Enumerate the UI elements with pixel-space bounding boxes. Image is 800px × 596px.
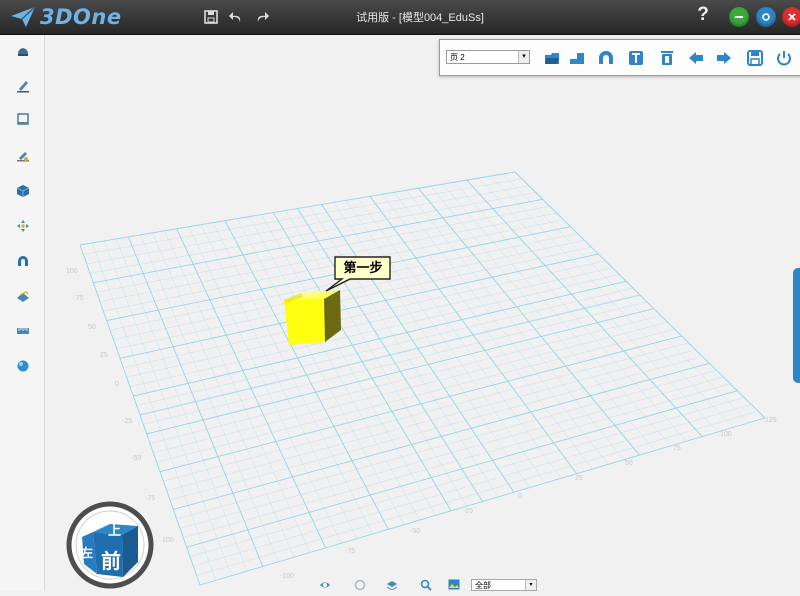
text-icon[interactable] (625, 47, 647, 69)
grid-line (199, 417, 766, 586)
special-function-icon[interactable] (12, 145, 34, 167)
y-tick-label: 50 (88, 324, 96, 331)
grid-line (153, 322, 668, 453)
y-tick-label: 0 (115, 381, 119, 388)
x-tick-label: 25 (575, 475, 583, 482)
callout-text: 第一步 (343, 260, 383, 275)
y-tick-label: 25 (100, 352, 108, 359)
eye-icon[interactable] (318, 578, 332, 591)
undo-icon[interactable] (225, 6, 247, 28)
x-tick-label: 0 (518, 493, 522, 500)
y-tick-label: 75 (76, 295, 84, 302)
close-button[interactable] (782, 7, 800, 27)
y-tick-label: 100 (66, 268, 78, 275)
layer-icon[interactable] (385, 578, 399, 591)
logo-arrow-icon (11, 6, 36, 27)
y-tick-label: -25 (122, 418, 132, 425)
maximize-icon (762, 13, 770, 21)
app-logo: 3DOne (10, 5, 122, 29)
grid-line (514, 171, 766, 419)
chevron-down-icon: ▾ (518, 51, 529, 63)
measure-icon[interactable] (12, 320, 34, 342)
x-tick-label: 100 (720, 431, 732, 438)
bottom-toolbar: 全部 ▾ (318, 578, 548, 591)
grid-line (159, 335, 682, 473)
title-bar: 3DOne 试用版 - [模型004_EduSs] ? (0, 0, 800, 35)
save-icon[interactable] (200, 6, 222, 28)
x-tick-label: 75 (673, 445, 681, 452)
sketch-edit-icon[interactable] (12, 108, 34, 130)
filter-select[interactable]: 全部 ▾ (471, 579, 537, 591)
grid-line (466, 179, 703, 437)
x-tick-label: 125 (765, 417, 777, 424)
combine-icon[interactable] (12, 250, 34, 272)
chevron-down-icon: ▾ (525, 580, 536, 590)
view-cube[interactable]: 上 前 左 (66, 500, 158, 590)
sketch-icon[interactable] (12, 75, 34, 97)
grid-line (333, 202, 530, 488)
yellow-cube[interactable] (284, 290, 341, 345)
grid-line (163, 342, 689, 482)
open-icon[interactable] (541, 47, 563, 69)
picture-icon[interactable] (447, 578, 461, 591)
3d-viewport[interactable]: -100 -75 -50 -25 0 25 50 75 100 125 100 75 50 25 0 -25 -… (45, 35, 800, 591)
grid-line (193, 404, 752, 567)
close-icon (788, 13, 796, 21)
view-cube-top-label: 上 (108, 523, 122, 538)
redo-icon[interactable] (251, 6, 273, 28)
save-icon[interactable] (744, 47, 766, 69)
grid-line (454, 182, 687, 442)
grid-line (442, 184, 671, 446)
help-button[interactable]: ? (694, 4, 712, 26)
page-select-value: 页 2 (450, 53, 465, 62)
y-tick-label: -50 (131, 455, 141, 462)
arc-icon[interactable] (595, 47, 617, 69)
circle-icon[interactable] (353, 578, 367, 591)
x-tick-label: -75 (345, 548, 355, 555)
minimize-icon (735, 16, 743, 18)
grid-line (166, 349, 696, 491)
grid-line (173, 362, 710, 510)
right-panel-tab[interactable] (793, 268, 800, 383)
x-tick-label: -100 (280, 573, 294, 580)
search-icon[interactable] (419, 578, 433, 591)
previous-icon[interactable] (685, 47, 707, 69)
filter-select-value: 全部 (475, 581, 491, 590)
pattern-icon[interactable] (12, 285, 34, 307)
minimize-button[interactable] (729, 7, 749, 27)
power-icon[interactable] (773, 47, 795, 69)
grid-line (176, 369, 717, 520)
maximize-button[interactable] (756, 7, 776, 27)
workplane-grid: -100 -75 -50 -25 0 25 50 75 100 125 100 75 50 25 0 -25 -… (66, 171, 777, 586)
y-tick-label: 100 (162, 537, 174, 544)
x-tick-label: -50 (410, 528, 420, 535)
grid-line (430, 186, 656, 451)
page-select[interactable]: 页 2 ▾ (446, 50, 530, 64)
app-brand: 3DOne (40, 5, 122, 29)
left-toolbar (0, 35, 45, 591)
grid-line (502, 173, 750, 423)
view-cube-left-label: 左 (81, 546, 94, 560)
window-title: 试用版 - [模型004_EduSs] (356, 12, 484, 24)
x-tick-label: 50 (625, 460, 633, 467)
color-ball-icon[interactable] (12, 355, 34, 377)
x-tick-label: -25 (463, 508, 473, 515)
step-panel: 页 2 ▾ (439, 39, 800, 76)
grid-line (321, 204, 515, 493)
view-cube-front-label: 前 (101, 551, 121, 573)
transform-icon[interactable] (12, 215, 34, 237)
next-icon[interactable] (713, 47, 735, 69)
features-icon[interactable] (12, 180, 34, 202)
grid-line (345, 200, 546, 484)
basic-solid-icon[interactable] (12, 41, 34, 63)
step-icon[interactable] (566, 47, 588, 69)
delete-icon[interactable] (656, 47, 678, 69)
